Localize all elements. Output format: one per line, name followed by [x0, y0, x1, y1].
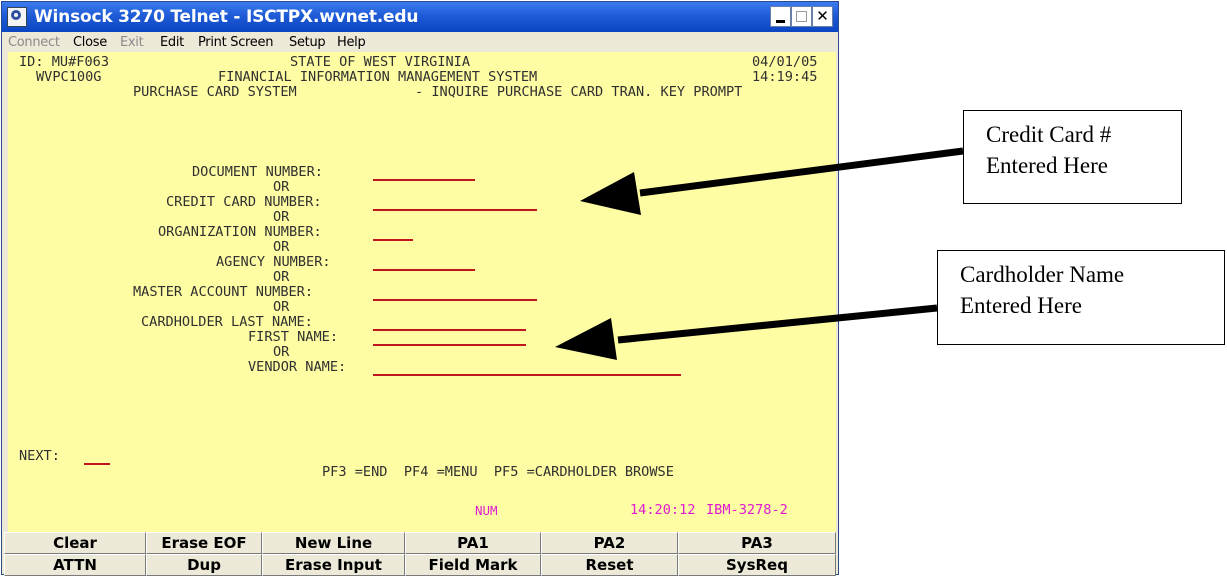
credit-card-arrow-icon: [580, 147, 964, 215]
callout-line: Entered Here: [986, 153, 1108, 178]
credit-card-callout: Credit Card # Entered Here: [963, 110, 1182, 204]
callout-line: Cardholder Name: [960, 262, 1125, 287]
cardholder-arrow-icon: [555, 304, 938, 360]
callout-line: Credit Card #: [986, 122, 1112, 147]
cardholder-callout: Cardholder Name Entered Here: [937, 250, 1225, 345]
callout-line: Entered Here: [960, 293, 1082, 318]
